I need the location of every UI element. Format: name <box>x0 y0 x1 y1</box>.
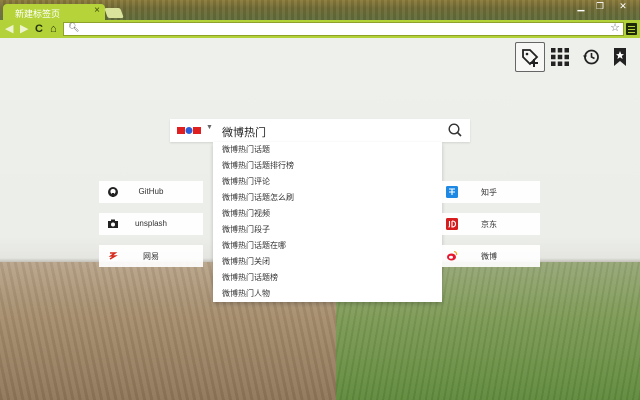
close-tab-icon[interactable]: × <box>94 5 100 16</box>
suggestion-item[interactable]: 微博热门话题在哪 <box>222 240 286 252</box>
engine-dropdown-icon[interactable]: ▼ <box>206 124 213 131</box>
quick-link-unsplash[interactable]: unsplash <box>99 213 203 235</box>
browser-toolbar: ◀ ▶ C ⌂ 🔍︎ ☆ <box>0 20 640 38</box>
suggestion-list: 微博热门话题 微博热门话题排行榜 微博热门评论 微博热门话题怎么刷 微博热门视频… <box>213 142 442 302</box>
quick-link-label: 微博 <box>481 252 497 261</box>
tab-new-tab-page[interactable]: 新建标签页 × <box>3 4 105 20</box>
quick-link-zhihu[interactable]: 知乎 <box>438 181 540 203</box>
quick-link-label: 京东 <box>481 220 497 229</box>
home-icon[interactable]: ⌂ <box>50 22 57 36</box>
quick-link-wangyi[interactable]: 网易 <box>99 245 203 267</box>
new-tab-page: ▼ 微博热门 微博热门话题 微博热门话题排行榜 微博热门评论 微博热门话题怎么刷… <box>0 38 640 400</box>
close-window-icon[interactable]: ✕ <box>612 1 634 13</box>
suggestion-item[interactable]: 微博热门段子 <box>222 224 270 236</box>
suggestion-item[interactable]: 微博热门话题榜 <box>222 272 278 284</box>
minimize-icon[interactable]: ▁ <box>573 1 589 13</box>
quick-link-label: 网易 <box>143 252 159 261</box>
suggestion-item[interactable]: 微博热门话题怎么刷 <box>222 192 294 204</box>
suggestion-item[interactable]: 微博热门关闭 <box>222 256 270 268</box>
search-bar[interactable]: ▼ 微博热门 <box>170 119 470 142</box>
search-icon[interactable] <box>448 123 462 137</box>
forward-icon[interactable]: ▶ <box>20 22 28 36</box>
quick-link-weibo[interactable]: 微博 <box>438 245 540 267</box>
apps-grid-icon[interactable] <box>545 42 575 72</box>
new-tab-button[interactable] <box>104 8 124 18</box>
bookmark-icon[interactable] <box>605 42 635 72</box>
quick-link-label: 知乎 <box>481 188 497 197</box>
add-site-icon[interactable] <box>515 42 545 72</box>
suggestion-item[interactable]: 微博热门话题 <box>222 144 270 156</box>
quick-link-github[interactable]: GitHub <box>99 181 203 203</box>
reload-icon[interactable]: C <box>35 22 43 36</box>
history-icon[interactable] <box>576 42 606 72</box>
suggestion-item[interactable]: 微博热门评论 <box>222 176 270 188</box>
baidu-logo-icon[interactable] <box>177 125 201 135</box>
star-icon[interactable]: ☆ <box>610 21 620 34</box>
tab-title: 新建标签页 <box>15 9 61 19</box>
maximize-icon[interactable]: ❐ <box>592 1 608 13</box>
tab-strip: 新建标签页 × ▁ ❐ ✕ <box>0 0 640 20</box>
address-bar[interactable]: 🔍︎ ☆ <box>63 22 624 36</box>
suggestion-item[interactable]: 微博热门话题排行榜 <box>222 160 294 172</box>
menu-icon[interactable] <box>626 23 637 35</box>
quick-link-label: GitHub <box>138 187 164 196</box>
back-icon[interactable]: ◀ <box>5 22 13 36</box>
suggestion-item[interactable]: 微博热门视频 <box>222 208 270 220</box>
quick-link-label: unsplash <box>134 219 168 228</box>
quick-link-jd[interactable]: 京东 <box>438 213 540 235</box>
search-icon: 🔍︎ <box>68 22 80 32</box>
suggestion-item[interactable]: 微博热门人物 <box>222 288 270 300</box>
search-input[interactable]: 微博热门 <box>222 124 266 140</box>
